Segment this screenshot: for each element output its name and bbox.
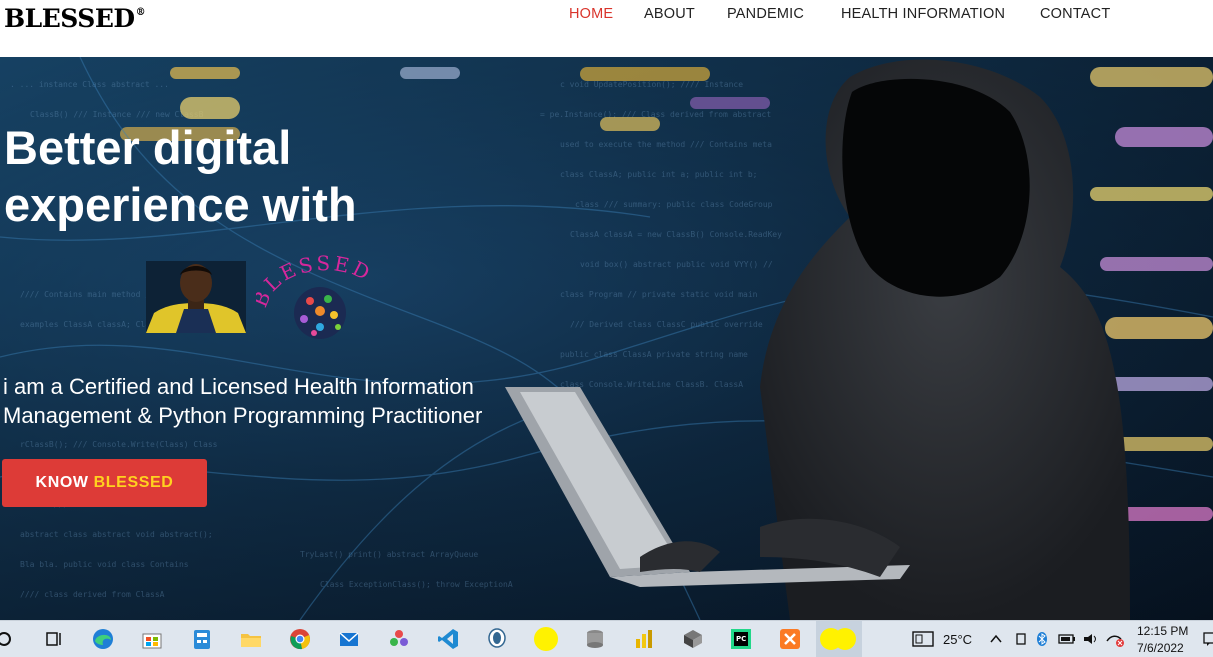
task-view-icon[interactable] xyxy=(40,625,68,653)
weather-icon[interactable] xyxy=(909,625,937,653)
hero-subtitle-line-1: i am a Certified and Licensed Health Inf… xyxy=(3,374,474,399)
svg-text:class /// summary: public clas: class /// summary: public class CodeGrou… xyxy=(575,200,773,209)
yellow-app-icon[interactable] xyxy=(532,625,560,653)
svg-text:PC: PC xyxy=(736,635,746,643)
pycharm-icon[interactable]: PC xyxy=(727,625,755,653)
nav-home[interactable]: HOME xyxy=(569,6,613,22)
postgresql-icon[interactable] xyxy=(483,625,511,653)
svg-text:class Program // private stati: class Program // private static void mai… xyxy=(560,290,758,299)
hero-title-line-2: experience with xyxy=(4,178,357,231)
svg-text:public class ClassA private st: public class ClassA private string name xyxy=(560,350,748,359)
browser-viewport: BLESSED® HOME ABOUT PANDEMIC HEALTH INFO… xyxy=(0,0,1213,657)
search-icon[interactable] xyxy=(0,625,18,653)
svg-text:c void UpdatePosition(); ////: c void UpdatePosition(); //// Instance xyxy=(560,80,743,89)
know-button-prefix: KNOW xyxy=(35,474,89,491)
main-nav: HOME ABOUT PANDEMIC HEALTH INFORMATION C… xyxy=(0,6,1213,26)
nav-contact[interactable]: CONTACT xyxy=(1040,6,1110,22)
windows-taskbar: PC 25°C 12:15 PM 7/6/2022 xyxy=(0,620,1213,657)
svg-text:rClassB(); /// Console.Write(C: rClassB(); /// Console.Write(Class) Clas… xyxy=(20,440,218,449)
chrome-icon[interactable] xyxy=(286,625,314,653)
xampp-icon[interactable] xyxy=(776,625,804,653)
svg-text:class ClassA; public int a; pu: class ClassA; public int a; public int b… xyxy=(560,170,757,179)
database-icon[interactable] xyxy=(581,625,609,653)
svg-text:void box() abstract public voi: void box() abstract public void VYY() // xyxy=(580,260,773,269)
temperature[interactable]: 25°C xyxy=(943,632,972,647)
svg-text:ClassA classA = new ClassB() C: ClassA classA = new ClassB() Console.Rea… xyxy=(570,230,782,239)
svg-text://// class derived from ClassA: //// class derived from ClassA xyxy=(20,590,165,599)
svg-text:abstract class abstract void: abstract class abstract void abstract(); xyxy=(20,530,213,539)
edge-icon[interactable] xyxy=(89,625,117,653)
bluetooth-icon[interactable] xyxy=(1028,625,1056,653)
clock-time[interactable]: 12:15 PM xyxy=(1137,624,1188,638)
nav-about[interactable]: ABOUT xyxy=(644,6,695,22)
svg-text:TryLast() print() abstract A: TryLast() print() abstract ArrayQueue xyxy=(300,550,478,559)
yellow-app-active-icon[interactable] xyxy=(816,621,862,657)
mail-icon[interactable] xyxy=(335,625,363,653)
hero-title: Better digital experience with xyxy=(4,119,564,233)
hero-title-line-1: Better digital xyxy=(4,121,292,174)
power-bi-icon[interactable] xyxy=(630,625,658,653)
calculator-icon[interactable] xyxy=(188,625,216,653)
vscode-icon[interactable] xyxy=(434,625,462,653)
svg-text:/// Derived class ClassC publi: /// Derived class ClassC public override xyxy=(570,320,763,329)
svg-text:used to execute the method ///: used to execute the method /// Contains … xyxy=(560,140,772,149)
svg-text:Bla bla. public void class Con: Bla bla. public void class Contains xyxy=(20,560,189,569)
hero-section: c void UpdatePosition(); //// Instance =… xyxy=(0,57,1213,620)
network-disconnected-icon[interactable] xyxy=(1101,625,1129,653)
hero-subtitle-line-2: Management & Python Programming Practiti… xyxy=(3,403,483,428)
profile-photo xyxy=(146,261,246,333)
store-icon[interactable] xyxy=(138,625,166,653)
file-explorer-icon[interactable] xyxy=(237,625,265,653)
clock-date[interactable]: 7/6/2022 xyxy=(1137,641,1184,655)
svg-text:Class ExceptionClass(); throw: Class ExceptionClass(); throw ExceptionA xyxy=(320,580,513,589)
site-header: BLESSED® HOME ABOUT PANDEMIC HEALTH INFO… xyxy=(0,0,1213,57)
svg-text:. ... instance Class abstr: . ... instance Class abstract ... xyxy=(10,80,169,89)
nav-health-information[interactable]: HEALTH INFORMATION xyxy=(841,6,1005,22)
virtualbox-icon[interactable] xyxy=(679,625,707,653)
chevron-up-icon[interactable] xyxy=(982,625,1010,653)
know-blessed-button[interactable]: KNOW BLESSED xyxy=(2,459,207,507)
hero-subtitle: i am a Certified and Licensed Health Inf… xyxy=(3,372,563,430)
svg-text:ClassB() /// Instance /// new: ClassB() /// Instance /// new ClassB xyxy=(30,110,204,119)
blessed-brand-logo: BLESSED xyxy=(248,249,386,341)
svg-text:class Console.WriteLine ClassB: class Console.WriteLine ClassB. ClassA xyxy=(560,380,743,389)
nav-pandemic[interactable]: PANDEMIC xyxy=(727,6,804,22)
know-button-highlight: BLESSED xyxy=(93,474,174,491)
notification-icon[interactable] xyxy=(1196,625,1213,653)
photos-icon[interactable] xyxy=(385,625,413,653)
